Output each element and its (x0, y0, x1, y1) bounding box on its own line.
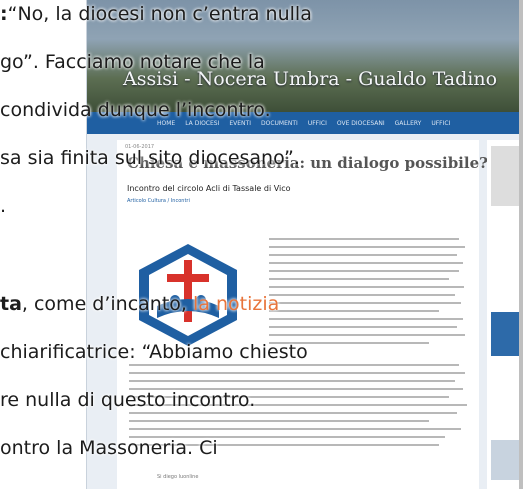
article-line: :“No, la diocesi non c’entra nulla (0, 2, 312, 26)
article-line: sa sia finita sul sito diocesano”. (0, 147, 300, 169)
page-edge (519, 0, 523, 489)
article-line: go”. Facciamo notare che la (0, 51, 265, 73)
line-text: “No, la diocesi non c’entra nulla (7, 3, 312, 25)
line-prefix: : (0, 3, 8, 25)
article-line: chiarificatrice: “Abbiamo chiesto (0, 341, 308, 363)
article-line: condivida dunque l’incontro. (0, 99, 271, 121)
article-line: ontro la Massoneria. Ci (0, 437, 218, 459)
article-overlay: :“No, la diocesi non c’entra nulla go”. … (0, 0, 523, 489)
line-bold: ta (0, 293, 22, 315)
article-line: ta, come d’incanto, la notizia (0, 292, 279, 316)
article-line: re nulla di questo incontro. (0, 389, 256, 411)
article-line: . (0, 195, 7, 217)
line-text: , come d’incanto, (21, 293, 193, 315)
article-link[interactable]: la notizia (193, 293, 279, 315)
